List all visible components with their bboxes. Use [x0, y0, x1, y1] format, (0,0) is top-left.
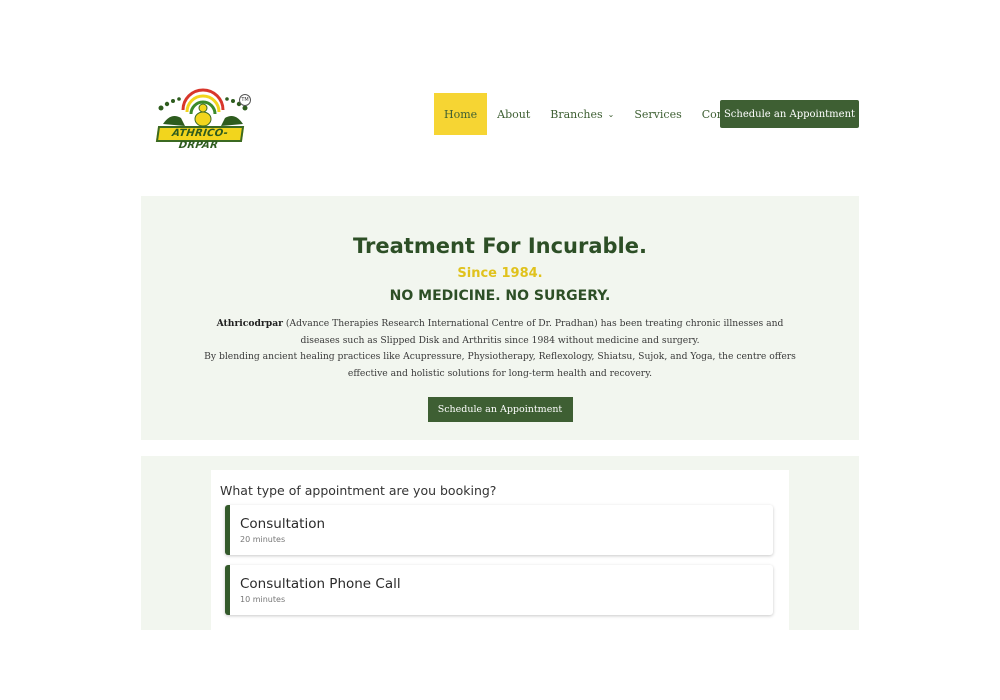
booking-widget: What type of appointment are you booking…	[211, 470, 789, 630]
appointment-type-title: Consultation	[240, 516, 326, 532]
brand-name: Athricodrpar	[216, 318, 283, 329]
site-header: TM ATHRICO-DRPAR Home About Branches ⌄ Se…	[141, 80, 859, 151]
hero-schedule-button[interactable]: Schedule an Appointment	[427, 397, 573, 422]
nav-item-label: Services	[634, 107, 682, 121]
nav-item-branches[interactable]: Branches ⌄	[540, 93, 624, 135]
nav-item-label: Home	[444, 107, 478, 121]
hero-section: Treatment For Incurable. Since 1984. NO …	[141, 196, 859, 440]
hero-title: Treatment For Incurable.	[353, 234, 647, 258]
hero-description: Athricodrpar (Advance Therapies Research…	[200, 316, 800, 382]
hero-since: Since 1984.	[457, 266, 543, 281]
nav-item-services[interactable]: Services	[624, 93, 691, 135]
chevron-down-icon: ⌄	[607, 109, 615, 119]
booking-question: What type of appointment are you booking…	[220, 483, 497, 498]
logo-wordmark: ATHRICO-DRPAR	[155, 126, 245, 151]
trademark-mark: TM	[239, 94, 251, 106]
hero-description-line1: (Advance Therapies Research Internationa…	[283, 318, 784, 346]
hero-subtitle: NO MEDICINE. NO SURGERY.	[389, 288, 611, 304]
site-logo[interactable]: TM ATHRICO-DRPAR	[155, 88, 251, 151]
appointment-type-option[interactable]: Consultation Phone Call 10 minutes	[225, 565, 773, 615]
appointment-type-option[interactable]: Consultation 20 minutes	[225, 505, 773, 555]
booking-section: What type of appointment are you booking…	[141, 456, 859, 630]
schedule-appointment-button[interactable]: Schedule an Appointment	[720, 100, 859, 128]
main-nav: Home About Branches⌄ Services Contact	[434, 93, 755, 135]
appointment-type-title: Consultation Phone Call	[240, 576, 401, 592]
nav-item-label: About	[497, 107, 531, 121]
nav-item-home[interactable]: Home	[434, 93, 488, 135]
nav-item-label: Branches	[550, 107, 603, 121]
nav-item-about[interactable]: About	[487, 93, 540, 135]
hero-description-line2: By blending ancient healing practices li…	[204, 351, 796, 379]
appointment-type-duration: 10 minutes	[240, 595, 286, 604]
logo-emblem-icon	[158, 88, 248, 127]
appointment-type-duration: 20 minutes	[240, 535, 286, 544]
